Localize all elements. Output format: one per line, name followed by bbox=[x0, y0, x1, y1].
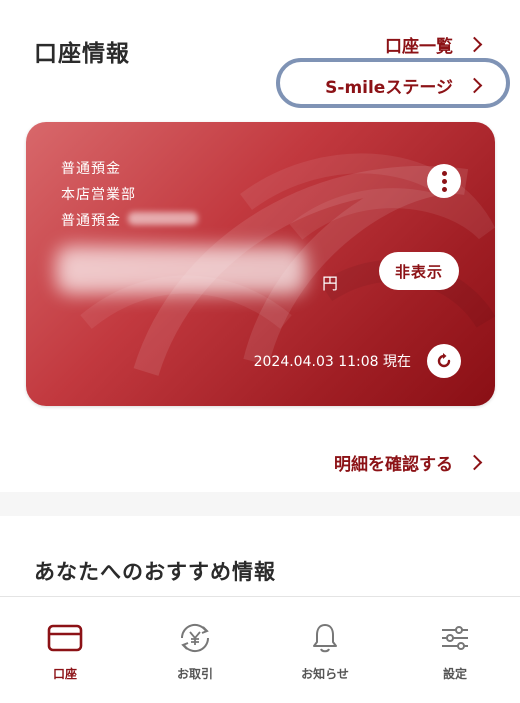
nav-item-notifications[interactable]: お知らせ bbox=[260, 597, 390, 703]
balance-masked bbox=[56, 246, 306, 294]
nav-label: 口座 bbox=[52, 667, 77, 681]
chevron-right-icon bbox=[466, 454, 483, 471]
yen-exchange-icon bbox=[176, 621, 214, 655]
account-list-link[interactable]: 口座一覧 bbox=[385, 32, 483, 57]
page-title: 口座情報 bbox=[34, 41, 130, 67]
nav-item-account[interactable]: 口座 bbox=[0, 597, 130, 703]
more-dot-icon bbox=[441, 170, 447, 176]
card-icon bbox=[47, 621, 83, 655]
bell-icon bbox=[310, 621, 340, 655]
nav-label: お知らせ bbox=[301, 667, 349, 681]
more-dot-icon bbox=[441, 178, 447, 184]
currency-unit: 円 bbox=[322, 274, 339, 293]
account-number-masked bbox=[128, 212, 198, 225]
statement-link[interactable]: 明細を確認する bbox=[334, 450, 483, 475]
bottom-navigation: 口座 お取引 お知らせ 設定 bbox=[0, 596, 520, 703]
refresh-button[interactable] bbox=[427, 344, 461, 378]
chevron-right-icon bbox=[466, 36, 483, 53]
nav-label: お取引 bbox=[176, 667, 213, 681]
card-menu-button[interactable] bbox=[427, 164, 461, 198]
chevron-right-icon bbox=[466, 77, 483, 94]
hide-balance-button[interactable]: 非表示 bbox=[379, 252, 459, 290]
balance-timestamp: 2024.04.03 11:08 現在 bbox=[253, 354, 411, 370]
nav-label: 設定 bbox=[442, 667, 467, 681]
smile-stage-link[interactable]: S-mileステージ bbox=[325, 73, 483, 98]
account-type: 普通預金 bbox=[61, 161, 121, 177]
nav-item-settings[interactable]: 設定 bbox=[390, 597, 520, 703]
nav-item-transactions[interactable]: お取引 bbox=[130, 597, 260, 703]
statement-label: 明細を確認する bbox=[334, 455, 453, 475]
account-card: 普通預金 本店営業部 普通預金 円 非表示 2024.04.03 11:08 現… bbox=[26, 122, 495, 406]
more-dot-icon bbox=[441, 186, 447, 192]
smile-stage-label: S-mileステージ bbox=[325, 78, 453, 98]
sliders-icon bbox=[439, 621, 471, 655]
account-list-label: 口座一覧 bbox=[385, 37, 453, 57]
refresh-icon bbox=[437, 353, 451, 368]
branch-name: 本店営業部 bbox=[61, 187, 136, 203]
recommendation-title: あなたへのおすすめ情報 bbox=[34, 560, 276, 584]
account-number-label: 普通預金 bbox=[61, 213, 121, 229]
